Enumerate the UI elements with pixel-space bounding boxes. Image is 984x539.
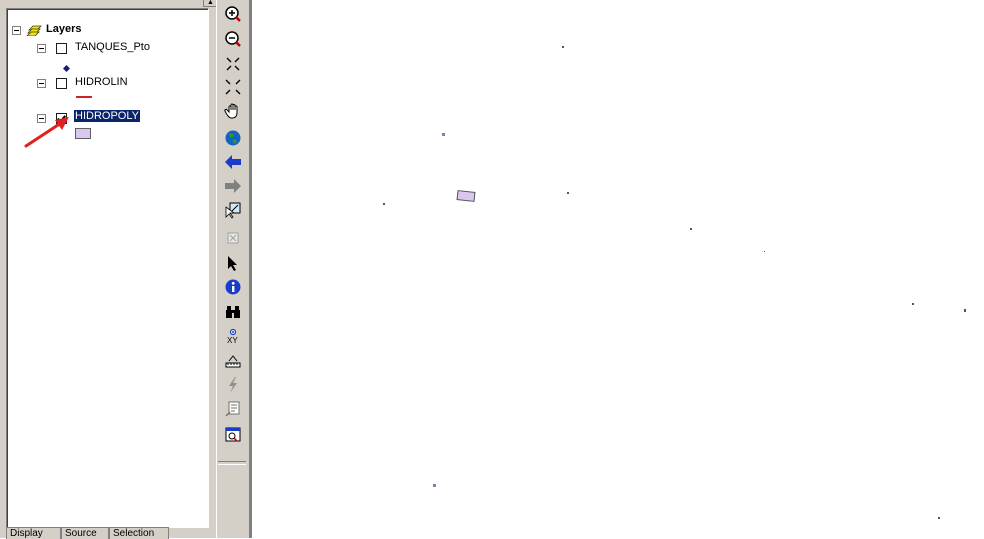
zoom-in-icon[interactable] [222, 3, 244, 25]
map-feature-point[interactable] [938, 517, 940, 519]
layer-item-hidrolin[interactable]: HIDROLIN [7, 75, 197, 91]
hyperlink-lightning-icon[interactable] [222, 374, 244, 396]
go-to-xy-icon[interactable]: XY [222, 325, 244, 347]
fixed-zoom-in-icon[interactable] [222, 53, 244, 75]
forward-arrow-icon[interactable] [222, 175, 244, 197]
table-of-contents-panel: ▲ Layers TANQUES_Pto HIDROLIN HIDROPOLY … [0, 0, 218, 539]
toolbar-separator [218, 461, 246, 465]
tab-source[interactable]: Source [61, 527, 109, 539]
map-feature-point[interactable] [690, 228, 692, 230]
map-feature-point[interactable] [964, 309, 966, 312]
point-symbol-icon[interactable] [63, 59, 70, 72]
collapse-icon[interactable] [37, 44, 46, 53]
map-feature-polygon[interactable] [456, 190, 476, 202]
layer-name[interactable]: TANQUES_Pto [75, 41, 150, 53]
layer-name[interactable]: HIDROPOLY [74, 110, 140, 122]
tab-selection[interactable]: Selection [109, 527, 169, 539]
map-feature-polygon[interactable] [442, 133, 445, 136]
create-viewer-window-icon[interactable] [222, 424, 244, 446]
map-feature-point[interactable] [562, 46, 564, 48]
map-display[interactable] [252, 0, 984, 538]
tree-root-layers[interactable]: Layers [7, 22, 197, 38]
html-popup-icon[interactable] [222, 398, 244, 420]
map-feature-point[interactable] [912, 303, 914, 305]
svg-text:XY: XY [227, 336, 238, 345]
red-annotation-arrow-icon [23, 113, 71, 149]
zoom-out-icon[interactable] [222, 28, 244, 50]
identify-icon[interactable] [222, 276, 244, 298]
clear-selection-icon[interactable] [222, 227, 244, 249]
toc-top-bar [0, 0, 216, 8]
tree-root-label: Layers [46, 23, 82, 35]
fixed-zoom-out-icon[interactable] [222, 76, 244, 98]
select-elements-pointer-icon[interactable] [222, 252, 244, 274]
layer-name[interactable]: HIDROLIN [75, 76, 128, 88]
map-feature-point[interactable] [567, 192, 569, 194]
find-binoculars-icon[interactable] [222, 300, 244, 322]
tab-display[interactable]: Display [6, 527, 61, 539]
select-features-icon[interactable] [222, 199, 244, 221]
toc-tree: Layers TANQUES_Pto HIDROLIN HIDROPOLY [6, 8, 209, 528]
layers-stack-icon [25, 22, 43, 39]
line-symbol-icon[interactable] [76, 96, 92, 98]
collapse-icon[interactable] [37, 79, 46, 88]
layer-visibility-checkbox[interactable] [56, 78, 67, 89]
map-feature-polygon[interactable] [433, 484, 436, 487]
tools-toolbar: XY [216, 0, 249, 538]
layer-item-tanques-pto[interactable]: TANQUES_Pto [7, 40, 197, 56]
map-feature-point[interactable] [383, 203, 385, 205]
measure-icon[interactable] [222, 350, 244, 372]
polygon-symbol-icon[interactable] [75, 128, 91, 139]
collapse-icon[interactable] [12, 26, 21, 35]
back-arrow-icon[interactable] [222, 151, 244, 173]
map-feature-point[interactable] [764, 251, 765, 252]
layer-visibility-checkbox[interactable] [56, 43, 67, 54]
full-extent-globe-icon[interactable] [222, 127, 244, 149]
pan-hand-icon[interactable] [222, 100, 244, 122]
toc-tab-bar: Display Source Selection [0, 527, 216, 539]
